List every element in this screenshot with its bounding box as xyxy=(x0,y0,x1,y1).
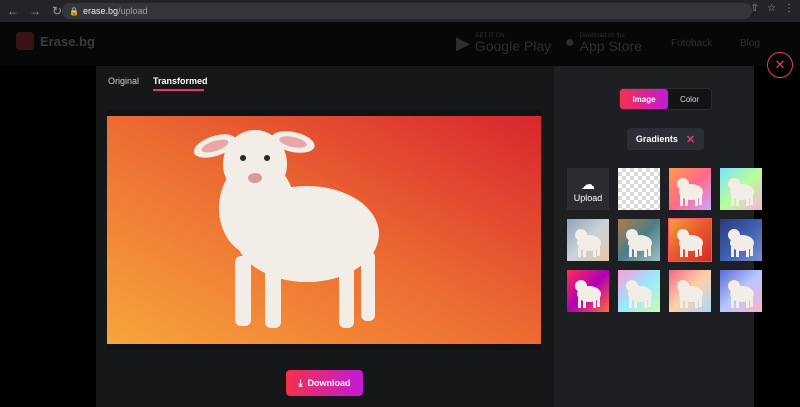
transformed-image-preview xyxy=(107,116,541,344)
site-header: Erase.bg ▶ GET IT ON Google Play ● Downlo… xyxy=(0,22,800,66)
gradient-background-tile[interactable] xyxy=(618,219,660,261)
site-logo[interactable]: Erase.bg xyxy=(16,32,95,50)
tab-transformed[interactable]: Transformed xyxy=(153,76,208,86)
google-play-big: Google Play xyxy=(474,38,552,54)
download-icon: ⤓ xyxy=(298,377,303,388)
gradient-background-tile[interactable] xyxy=(720,168,762,210)
lamb-thumbnail xyxy=(677,280,703,308)
lamb-thumbnail xyxy=(575,280,601,308)
download-button[interactable]: ⤓ Download xyxy=(286,370,363,396)
app-store-badge[interactable]: ● Download on the App Store xyxy=(565,30,642,56)
address-bar[interactable]: 🔒 erase.bg/upload xyxy=(62,3,752,19)
gradient-background-tile[interactable] xyxy=(567,219,609,261)
lamb-thumbnail xyxy=(626,229,652,257)
gradient-background-tile[interactable] xyxy=(720,219,762,261)
active-tab-indicator xyxy=(153,89,204,91)
lamb-thumbnail xyxy=(728,178,754,206)
chip-remove-icon[interactable]: ✕ xyxy=(686,133,695,146)
lock-icon: 🔒 xyxy=(69,6,79,16)
gradient-background-tile[interactable] xyxy=(669,168,711,210)
url-path: /upload xyxy=(118,6,148,16)
play-store-icon: ▶ xyxy=(456,32,470,53)
lamb-photo xyxy=(107,116,541,344)
lamb-thumbnail xyxy=(728,229,754,257)
logo-text: Erase.bg xyxy=(40,33,95,49)
star-icon[interactable]: ☆ xyxy=(767,3,776,14)
transparent-background-tile[interactable] xyxy=(618,168,660,210)
lamb-thumbnail xyxy=(677,178,703,206)
gradient-background-tile[interactable] xyxy=(567,270,609,312)
google-play-badge[interactable]: ▶ GET IT ON Google Play xyxy=(456,30,551,56)
logo-icon xyxy=(16,32,34,50)
nav-link-fotoback[interactable]: Fotoback xyxy=(671,38,712,49)
lamb-thumbnail xyxy=(728,280,754,308)
upload-background-tile[interactable]: ☁ Upload xyxy=(567,168,609,210)
browser-actions: ⇧ ☆ ⋮ xyxy=(751,3,794,14)
gradient-background-tile[interactable] xyxy=(618,270,660,312)
toggle-color-option[interactable]: Color xyxy=(668,89,711,109)
nav-link-blog[interactable]: Blog xyxy=(740,38,760,49)
gradient-background-tile[interactable] xyxy=(668,218,712,262)
app-store-big: App Store xyxy=(579,38,642,54)
forward-arrow-icon[interactable]: → xyxy=(26,2,44,20)
toggle-image-option[interactable]: Image xyxy=(620,89,668,109)
close-icon: ✕ xyxy=(774,57,786,72)
chip-label: Gradients xyxy=(635,134,678,144)
back-arrow-icon[interactable]: ← xyxy=(4,2,22,20)
tab-original[interactable]: Original xyxy=(108,76,139,86)
cloud-upload-icon: ☁ xyxy=(581,175,595,192)
download-label: Download xyxy=(307,378,351,388)
gradients-filter-chip[interactable]: Gradients ✕ xyxy=(627,128,704,150)
lamb-thumbnail xyxy=(575,229,601,257)
url-host: erase.bg xyxy=(83,6,119,16)
lamb-thumbnail xyxy=(626,280,652,308)
close-modal-button[interactable]: ✕ xyxy=(767,52,793,78)
apple-icon: ● xyxy=(565,34,575,51)
gradient-background-tile[interactable] xyxy=(669,270,711,312)
browser-toolbar: ← → ↻ 🔒 erase.bg/upload ⇧ ☆ ⋮ xyxy=(0,0,800,22)
upload-label: Upload xyxy=(573,192,603,203)
lamb-thumbnail xyxy=(677,229,703,257)
gradient-background-tile[interactable] xyxy=(720,270,762,312)
background-type-toggle: Image Color xyxy=(619,88,712,110)
share-icon[interactable]: ⇧ xyxy=(751,3,759,14)
menu-dots-icon[interactable]: ⋮ xyxy=(784,3,794,14)
